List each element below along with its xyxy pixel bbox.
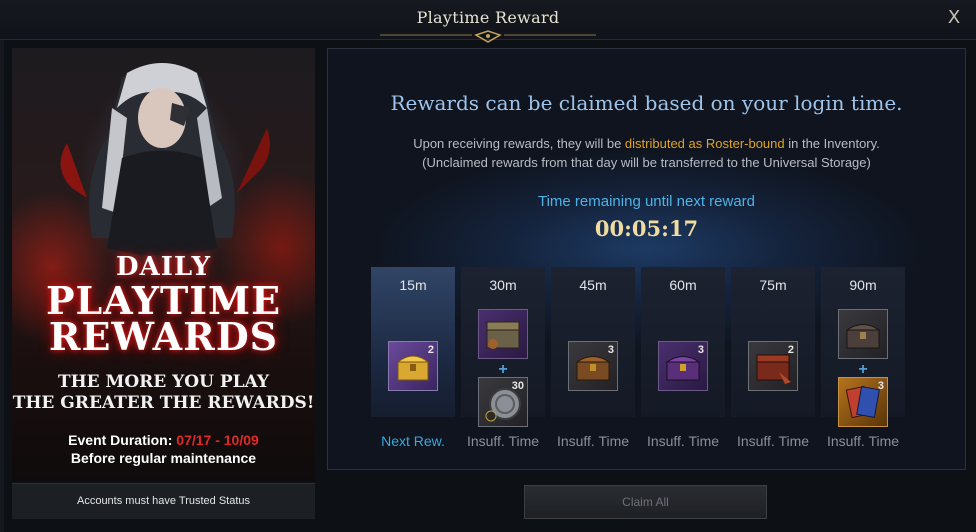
info-suffix: in the Inventory. <box>784 136 880 151</box>
reward-slot-45m[interactable]: 45m 3 Insuff. Time <box>551 267 635 463</box>
item-count: 3 <box>607 344 614 356</box>
banner-tagline-2: THE GREATER THE REWARDS! <box>12 393 315 413</box>
dark-chest-icon[interactable] <box>838 309 888 359</box>
slot-time: 90m <box>849 277 877 293</box>
countdown-label: Time remaining until next reward <box>537 193 756 210</box>
title-bar: Playtime Reward X <box>0 0 976 43</box>
window-title: Playtime Reward <box>416 8 560 27</box>
slot-status: Insuff. Time <box>556 433 630 449</box>
reward-slot-30m[interactable]: 30m + 30 Insuff. Time <box>461 267 545 463</box>
slot-time: 30m <box>489 277 517 293</box>
event-banner: DAILY PLAYTIME REWARDS THE MORE YOU PLAY… <box>12 48 315 482</box>
dark-chest-glyph-icon <box>845 324 881 349</box>
window-frame <box>0 40 4 532</box>
maintenance-note: Before regular maintenance <box>70 450 257 466</box>
reward-panel: Rewards can be claimed based on your log… <box>327 48 966 470</box>
slot-time: 15m <box>399 277 427 293</box>
supply-chest-glyph-icon <box>486 321 520 349</box>
item-count: 2 <box>427 344 434 356</box>
gold-chest-icon[interactable]: 2 <box>388 341 438 391</box>
purple-chest-icon[interactable]: 3 <box>658 341 708 391</box>
countdown-timer: 00:05:17 <box>594 216 699 241</box>
item-count: 3 <box>877 380 884 392</box>
reward-headline: Rewards can be claimed based on your log… <box>390 91 903 115</box>
item-count: 2 <box>787 344 794 356</box>
close-button[interactable]: X <box>942 6 966 30</box>
claim-all-button[interactable]: Claim All <box>524 485 767 519</box>
card-pack-icon[interactable]: 3 <box>838 377 888 427</box>
banner-tagline-1: THE MORE YOU PLAY <box>57 372 270 392</box>
slot-status: Next Rew. <box>381 433 445 449</box>
banner-title-rewards: REWARDS <box>48 314 279 359</box>
red-chest-icon[interactable]: 2 <box>748 341 798 391</box>
item-count: 3 <box>697 344 704 356</box>
event-duration-dates: 07/17 - 10/09 <box>176 432 259 448</box>
slot-time: 75m <box>759 277 787 293</box>
info-prefix: Upon receiving rewards, they will be <box>413 136 625 151</box>
slot-status: Insuff. Time <box>466 433 540 449</box>
slot-status: Insuff. Time <box>736 433 810 449</box>
silver-coin-icon[interactable]: 30 <box>478 377 528 427</box>
reward-info-line-2: (Unclaimed rewards from that day will be… <box>422 155 871 170</box>
bronze-chest-icon[interactable]: 3 <box>568 341 618 391</box>
reward-info-line-1: Upon receiving rewards, they will be dis… <box>328 136 965 151</box>
reward-slot-15m[interactable]: 15m 2 Next Rew. <box>371 267 455 463</box>
supply-chest-icon[interactable] <box>478 309 528 359</box>
item-count: 30 <box>511 380 524 392</box>
title-ornament-icon <box>380 30 596 43</box>
reward-slot-60m[interactable]: 60m 3 Insuff. Time <box>641 267 725 463</box>
slot-status: Insuff. Time <box>826 433 900 449</box>
slot-time: 60m <box>669 277 697 293</box>
event-duration: Event Duration: 07/17 - 10/09 <box>12 432 315 448</box>
info-highlight: distributed as Roster-bound <box>624 136 785 151</box>
reward-slot-75m[interactable]: 75m 2 Insuff. Time <box>731 267 815 463</box>
reward-slot-90m[interactable]: 90m + 3 Insuff. Time <box>821 267 905 463</box>
reward-slots: 15m 2 Next Rew. 30m + 30 Insuff. Time 45… <box>371 267 907 463</box>
event-duration-label: Event Duration: <box>68 432 177 448</box>
slot-status: Insuff. Time <box>646 433 720 449</box>
slot-time: 45m <box>579 277 607 293</box>
trusted-status-notice: Accounts must have Trusted Status <box>12 483 315 519</box>
